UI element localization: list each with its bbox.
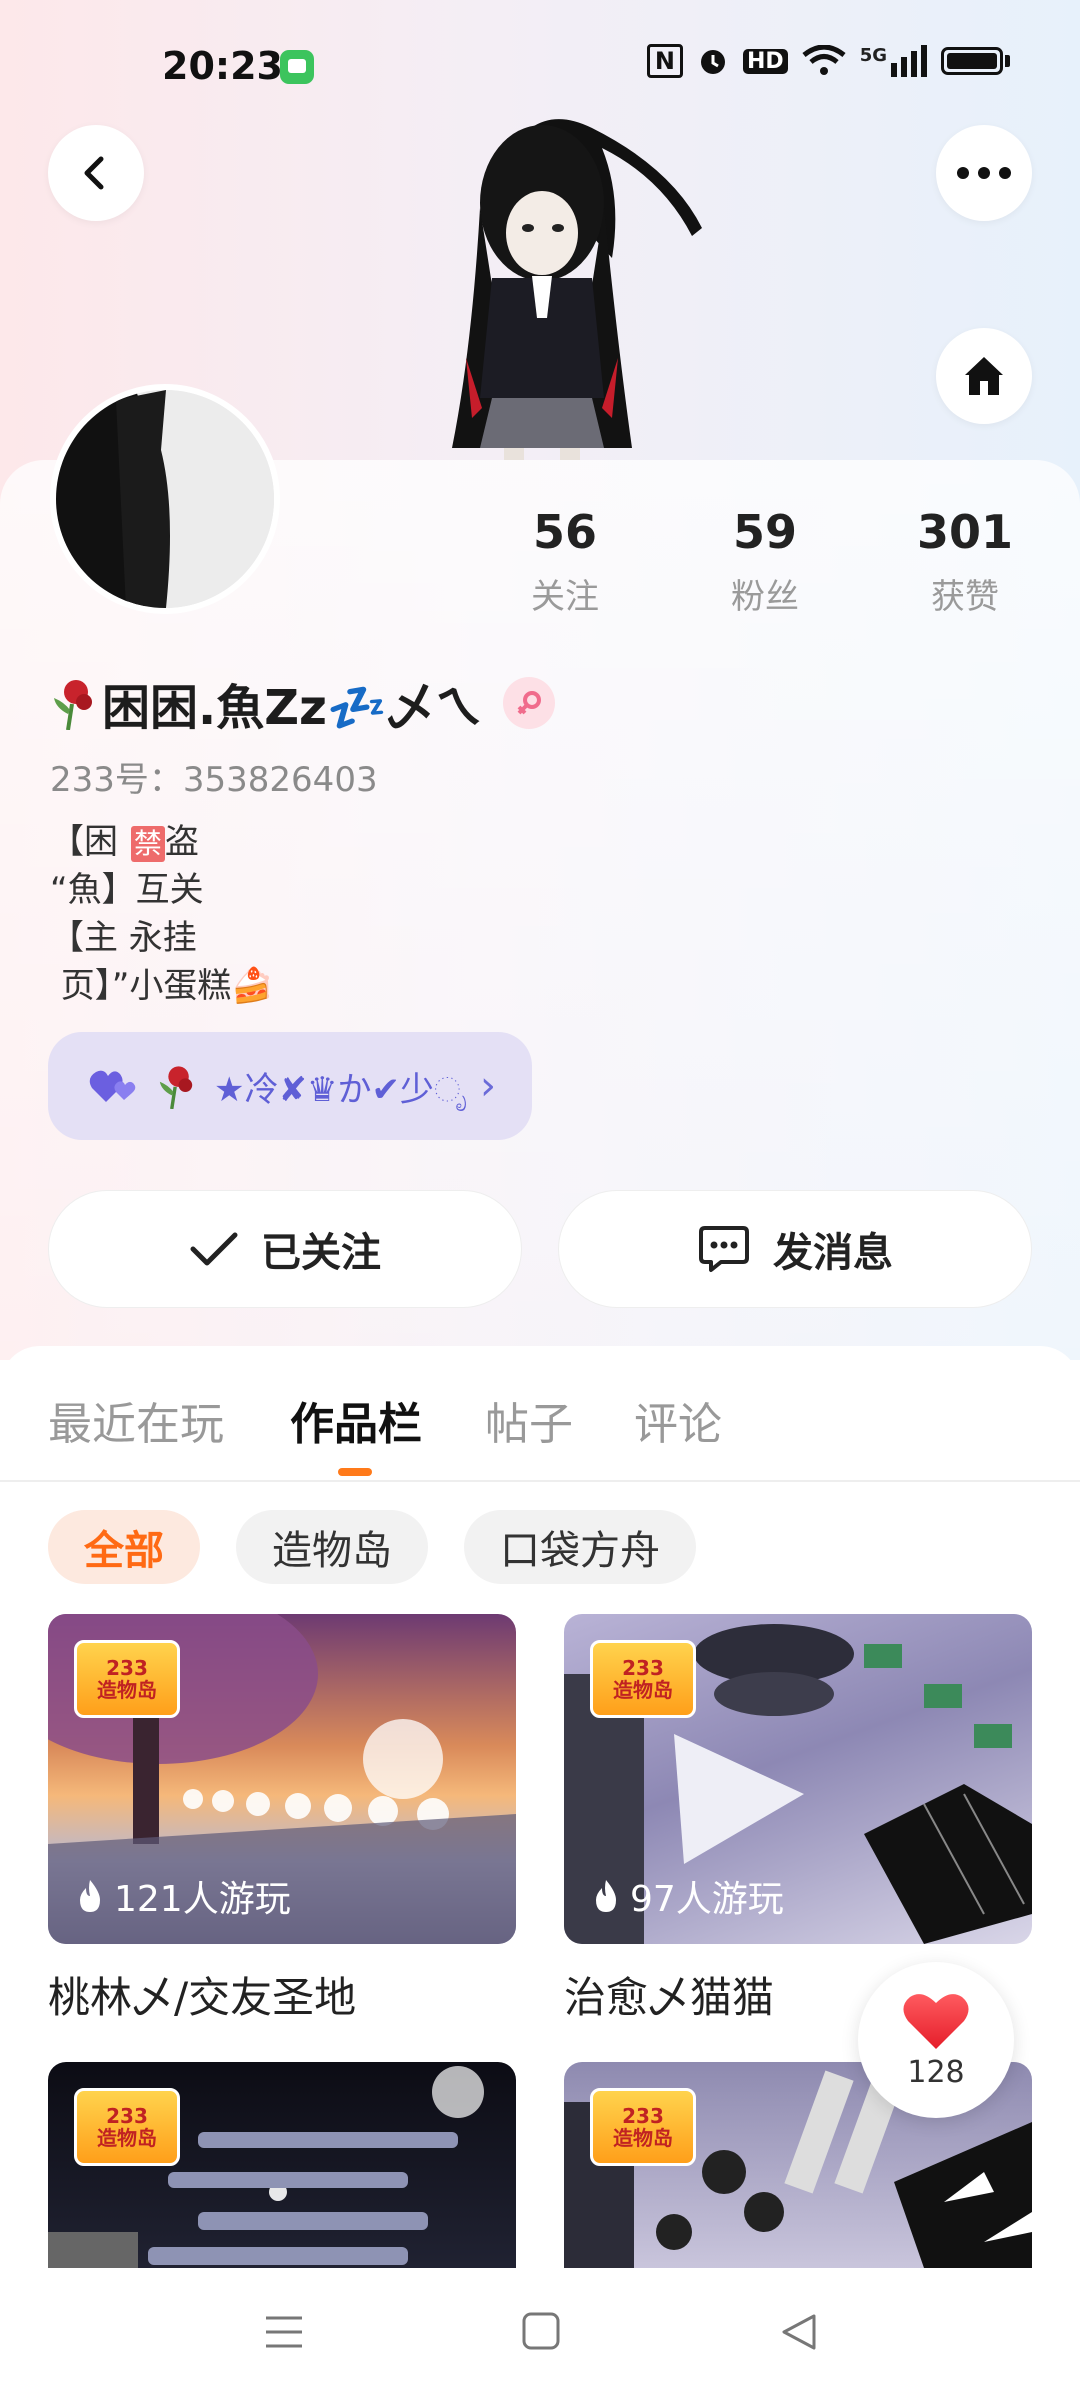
filter-chips: 全部 造物岛 口袋方舟 [48,1510,696,1584]
home-button[interactable] [936,328,1032,424]
stat-value: 59 [732,505,797,559]
avatar-3d-character-image[interactable] [382,108,702,460]
zaowudao-logo-badge: 233 造物岛 [74,1640,180,1718]
friend-chip[interactable]: ★冷✘♛か✔少ೃ › [48,1032,532,1140]
5g-signal-icon: 5G [860,45,927,77]
rose-icon [159,1066,193,1109]
work-card[interactable]: 233 造物岛 97人游玩 治愈乄猫猫 [564,1614,1032,2025]
home-square-icon[interactable] [522,2312,560,2350]
home-icon [965,357,1003,395]
like-count: 128 [907,2054,965,2090]
tab-bar: 最近在玩 作品栏 帖子 评论 [0,1346,1080,1482]
flame-icon [596,1880,616,1912]
zaowudao-logo-badge: 233 造物岛 [74,2088,180,2166]
filter-pocket-ark[interactable]: 口袋方舟 [464,1510,696,1584]
alarm-icon [701,50,725,74]
ban-badge: 禁 [130,826,165,862]
send-message-label: 发消息 [773,1230,893,1276]
work-card[interactable]: 233 造物岛 121人游玩 桃林乄/交友圣地 [48,1614,516,2025]
friend-chip-label: ★冷✘♛か✔少ೃ [214,1069,467,1110]
chevron-right-icon: › [480,1063,496,1109]
bio-line: 【主 永挂 [50,918,197,958]
rose-icon [54,680,92,730]
heart-icon [903,1993,969,2049]
filter-all[interactable]: 全部 [48,1510,200,1584]
flame-icon [80,1880,100,1912]
message-app-icon [280,50,314,84]
back-triangle-icon[interactable] [780,2312,818,2352]
check-icon [190,1232,238,1266]
nfc-icon: N [646,44,683,78]
menu-icon[interactable] [264,2312,304,2352]
bio-line: 【困 禁盗 [50,822,199,862]
battery-icon [941,47,1003,75]
play-count: 121人游玩 [76,1870,291,1922]
active-tab-indicator [338,1468,372,1476]
like-button[interactable]: 128 [858,1962,1014,2118]
work-thumbnail: 233 造物岛 [48,2062,516,2268]
female-icon [502,677,555,729]
tab-comments[interactable]: 评论 [634,1388,722,1452]
status-time: 20:23 [162,44,283,88]
stat-label: 粉丝 [731,577,799,617]
followed-button[interactable]: 已关注 [48,1190,522,1308]
chat-icon [699,1226,749,1272]
more-dots-icon [957,167,1011,179]
status-icons: N HD 5G [646,44,1010,78]
work-title: 桃林乄/交友圣地 [48,1973,357,2022]
user-id: 233号：353826403 [50,760,378,800]
tab-posts[interactable]: 帖子 [485,1388,573,1452]
tab-recently-played[interactable]: 最近在玩 [48,1388,224,1452]
wifi-icon [802,45,846,75]
stat-likes[interactable]: 301 获赞 [880,505,1050,618]
send-message-button[interactable]: 发消息 [558,1190,1032,1308]
back-button[interactable] [48,125,144,221]
more-button[interactable] [936,125,1032,221]
stat-label: 关注 [531,577,599,617]
avatar[interactable] [50,384,280,614]
stat-fans[interactable]: 59 粉丝 [680,505,850,618]
avatar-image [56,390,274,608]
zaowudao-logo-badge: 233 造物岛 [590,1640,696,1718]
chevron-left-icon [84,156,104,190]
nickname-row: 困困.魚Zz💤乄ㄟ [50,668,555,738]
tab-works[interactable]: 作品栏 [290,1388,422,1452]
stat-label: 获赞 [931,577,999,617]
bio-line: “魚】互关 [50,870,204,910]
followed-label: 已关注 [261,1230,381,1276]
system-nav-bar [0,2268,1080,2400]
nickname: 困困.魚Zz💤乄ㄟ [102,680,483,736]
bio: 【困 禁盗 “魚】互关 【主 永挂 页】”小蛋糕🍰 [50,818,274,1010]
stat-following[interactable]: 56 关注 [480,505,650,618]
hd-icon: HD [743,48,788,74]
play-count: 97人游玩 [592,1870,784,1922]
stats-row: 56 关注 59 粉丝 301 获赞 [480,505,1050,618]
double-heart-icon [89,1070,136,1102]
stat-value: 301 [916,505,1014,559]
work-card[interactable]: 233 造物岛 [48,2062,516,2268]
stat-value: 56 [532,505,597,559]
work-thumbnail: 233 造物岛 97人游玩 [564,1614,1032,1944]
filter-zaowudao[interactable]: 造物岛 [236,1510,428,1584]
zaowudao-logo-badge: 233 造物岛 [590,2088,696,2166]
bio-line: 页】”小蛋糕🍰 [50,966,274,1006]
work-thumbnail: 233 造物岛 121人游玩 [48,1614,516,1944]
